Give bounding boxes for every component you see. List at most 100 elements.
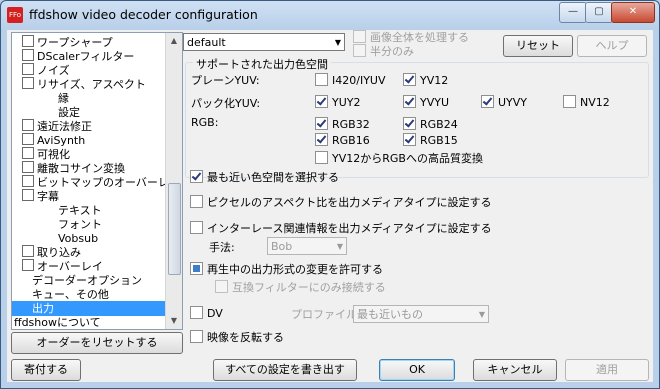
tree-item-checkbox[interactable] — [22, 35, 34, 47]
tree-item-checkbox[interactable] — [22, 147, 34, 159]
yvyu-checkbox[interactable]: YVYU — [403, 95, 449, 109]
tree-item[interactable]: ffdshowについて — [14, 315, 101, 329]
tree-item[interactable]: オーバーレイ — [22, 259, 103, 274]
maximize-button[interactable]: ▢ — [585, 2, 613, 23]
tree-item-label: 離散コサイン変換 — [37, 162, 125, 175]
tree-item-checkbox[interactable] — [22, 259, 34, 271]
reset-order-button[interactable]: オーダーをリセットする — [11, 332, 183, 354]
scroll-down-icon[interactable]: ▼ — [166, 313, 182, 329]
help-button[interactable]: ヘルプ — [577, 35, 647, 57]
tree-item[interactable]: ワープシャープ — [22, 35, 113, 50]
tree-item-label: DScalerフィルター — [37, 50, 135, 63]
pixel-aspect-checkbox[interactable]: ピクセルのアスペクト比を出力メディアタイプに設定する — [190, 195, 491, 209]
scroll-thumb[interactable] — [168, 183, 181, 275]
config-window: FFo ffdshow video decoder configuration … — [0, 0, 660, 389]
tree-item-label: 可視化 — [37, 148, 70, 161]
write-all-settings-button[interactable]: すべての設定を書き出す — [213, 359, 357, 381]
closest-colorspace-checkbox[interactable]: 最も近い色空間を選択する — [190, 170, 339, 184]
method-label: 手法: — [209, 241, 235, 254]
dv-checkbox[interactable]: DV — [190, 306, 223, 320]
uyvy-checkbox[interactable]: UYVY — [481, 95, 527, 109]
tree-item[interactable]: DScalerフィルター — [22, 49, 134, 64]
hq-yv12-rgb-checkbox[interactable]: YV12からRGBへの高品質変換 — [315, 151, 483, 165]
apply-button[interactable]: 適用 — [565, 359, 649, 381]
tree-item-checkbox[interactable] — [22, 77, 34, 89]
tree-item[interactable]: AviSynth — [22, 133, 85, 148]
half-only-checkbox[interactable]: 半分のみ — [353, 44, 414, 58]
filter-tree[interactable]: ワープシャープ DScalerフィルター ノイズ リサイズ、アスペクト縁設定 遠近法修正… — [11, 32, 183, 330]
preset-select[interactable]: default ▼ — [183, 33, 345, 51]
process-whole-checkbox[interactable]: 画像全体を処理する — [353, 30, 469, 44]
tree-item[interactable]: 字幕 — [22, 189, 59, 204]
tree-item-checkbox[interactable] — [22, 175, 34, 187]
donate-button[interactable]: 寄付する — [11, 359, 81, 381]
tree-item-label: オーバーレイ — [37, 260, 103, 273]
tree-item-label: フォント — [58, 218, 102, 231]
yv12-checkbox[interactable]: YV12 — [403, 73, 448, 87]
tree-item[interactable]: 出力 — [12, 301, 180, 316]
ok-button[interactable]: OK — [379, 359, 455, 381]
rgb16-checkbox[interactable]: RGB16 — [315, 133, 370, 147]
profile-label: プロファイル: — [291, 308, 361, 321]
tree-item-label: Vobsub — [58, 232, 99, 245]
rgb15-checkbox[interactable]: RGB15 — [403, 133, 458, 147]
profile-select[interactable]: 最も近いもの ▼ — [353, 305, 489, 323]
window-title: ffdshow video decoder configuration — [29, 7, 258, 22]
tree-item-label: 遠近法修正 — [37, 120, 92, 133]
tree-item-label: 字幕 — [37, 190, 59, 203]
tree-item-label: 縁 — [58, 92, 69, 105]
tree-item[interactable]: 取り込み — [22, 245, 81, 260]
client-area: ワープシャープ DScalerフィルター ノイズ リサイズ、アスペクト縁設定 遠近法修正… — [7, 30, 653, 382]
scroll-up-icon[interactable]: ▲ — [166, 33, 182, 49]
tree-item-label: 設定 — [58, 106, 80, 119]
reset-button[interactable]: リセット — [503, 35, 573, 57]
rgb32-checkbox[interactable]: RGB32 — [315, 117, 370, 131]
nv12-checkbox[interactable]: NV12 — [563, 95, 610, 109]
close-button[interactable]: ✕ — [611, 2, 655, 23]
tree-item-label: ffdshowについて — [14, 316, 101, 329]
tree-item[interactable]: 可視化 — [22, 147, 70, 162]
tree-item[interactable]: 設定 — [58, 105, 80, 120]
cancel-button[interactable]: キャンセル — [473, 359, 557, 381]
tree-item[interactable]: 縁 — [58, 91, 69, 106]
tree-item[interactable]: 離散コサイン変換 — [22, 161, 125, 176]
tree-item-label: AviSynth — [37, 134, 86, 147]
chevron-down-icon: ▼ — [336, 242, 343, 251]
tree-item-label: ノイズ — [37, 64, 70, 77]
tree-item[interactable]: フォント — [58, 217, 102, 232]
interlace-info-checkbox[interactable]: インターレース関連情報を出力メディアタイプに設定する — [190, 221, 492, 235]
tree-item-label: 取り込み — [37, 246, 81, 259]
tree-item-label: ビットマップのオーバーレイ — [37, 176, 180, 189]
colorspace-group-title: サポートされた出力色空間 — [193, 56, 331, 72]
ffdshow-app-icon: FFo — [7, 7, 23, 23]
tree-item[interactable]: ノイズ — [22, 63, 70, 78]
tree-item-label: デコーダーオプション — [32, 274, 142, 287]
tree-item-checkbox[interactable] — [22, 63, 34, 75]
tree-item-checkbox[interactable] — [22, 189, 34, 201]
compat-filter-only-checkbox[interactable]: 互換フィルターにのみ接続する — [215, 280, 386, 294]
tree-item-checkbox[interactable] — [22, 161, 34, 173]
tree-item[interactable]: テキスト — [58, 203, 102, 218]
tree-item-checkbox[interactable] — [22, 245, 34, 257]
tree-item[interactable]: 遠近法修正 — [22, 119, 92, 134]
tree-item-checkbox[interactable] — [22, 49, 34, 61]
title-bar[interactable]: FFo ffdshow video decoder configuration … — [1, 1, 659, 29]
yuy2-checkbox[interactable]: YUY2 — [315, 95, 361, 109]
tree-item[interactable]: ビットマップのオーバーレイ — [22, 175, 180, 190]
allow-format-change-checkbox[interactable]: 再生中の出力形式の変更を許可する — [190, 262, 383, 276]
chevron-down-icon: ▼ — [334, 38, 341, 47]
tree-item-checkbox[interactable] — [22, 133, 34, 145]
tree-scrollbar[interactable]: ▲ ▼ — [165, 33, 182, 329]
tree-item-label: キュー、その他 — [32, 288, 109, 301]
i420-checkbox[interactable]: I420/IYUV — [315, 73, 386, 87]
tree-item[interactable]: Vobsub — [58, 231, 98, 246]
tree-item[interactable]: デコーダーオプション — [32, 273, 142, 288]
tree-item[interactable]: リサイズ、アスペクト — [22, 77, 146, 92]
tree-item[interactable]: キュー、その他 — [32, 287, 109, 302]
flip-video-checkbox[interactable]: 映像を反転する — [190, 330, 284, 344]
tree-item-checkbox[interactable] — [22, 119, 34, 131]
method-select[interactable]: Bob ▼ — [267, 237, 347, 255]
rgb24-checkbox[interactable]: RGB24 — [403, 117, 458, 131]
minimize-button[interactable]: — — [559, 2, 587, 23]
profile-value: 最も近いもの — [357, 308, 423, 321]
